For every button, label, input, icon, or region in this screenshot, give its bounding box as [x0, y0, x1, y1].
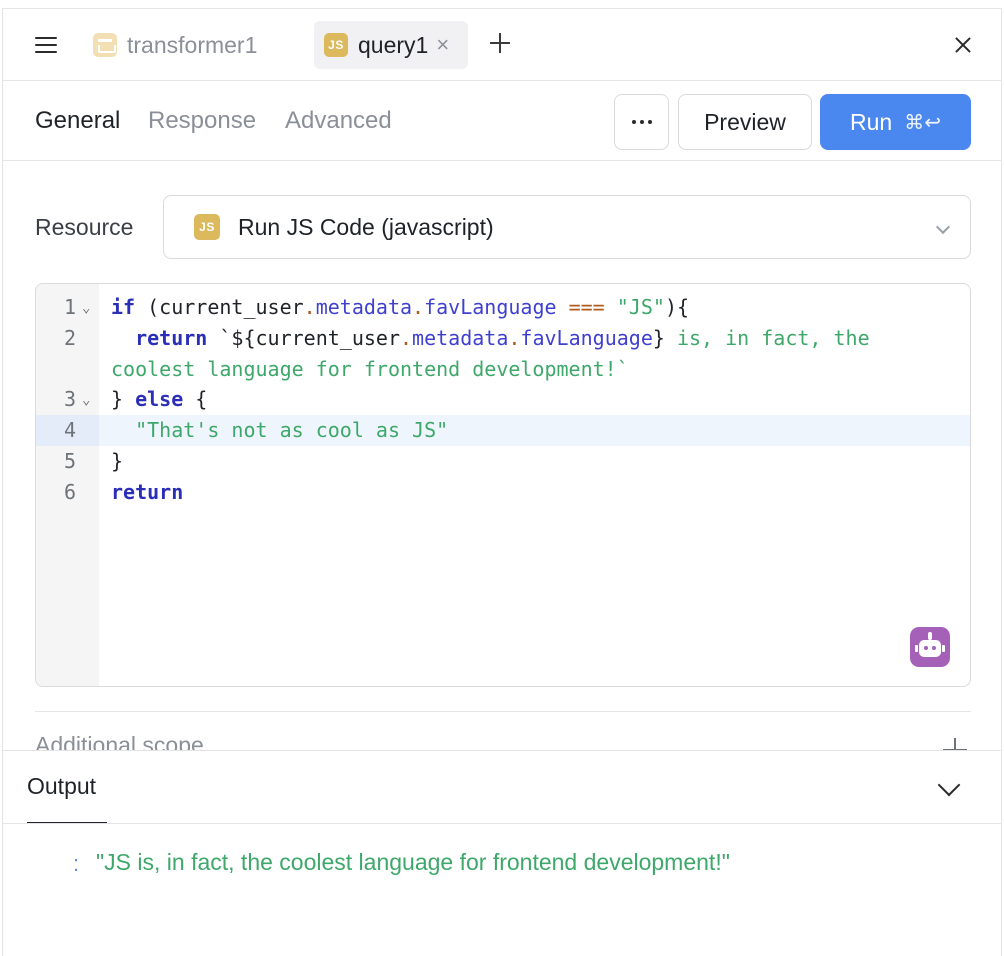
js-icon: JS — [324, 33, 348, 57]
chevron-down-icon — [935, 219, 951, 235]
tab-advanced[interactable]: Advanced — [285, 107, 392, 135]
ai-assistant-icon[interactable] — [910, 627, 950, 667]
menu-icon[interactable] — [33, 34, 59, 56]
close-tab-icon[interactable]: × — [436, 34, 449, 56]
transformer-icon — [93, 33, 117, 57]
additional-scope-label: Additional scope — [35, 732, 204, 750]
resource-select[interactable]: JS Run JS Code (javascript) — [163, 195, 971, 259]
line-number: 5 — [63, 449, 76, 473]
tab-label: query1 — [358, 31, 429, 58]
code-line: return `${current_user.metadata.favLangu… — [135, 326, 870, 350]
query-toolbar: General Response Advanced Preview Run ⌘↩ — [3, 81, 1001, 161]
line-number: 4 — [63, 418, 76, 442]
preview-button[interactable]: Preview — [678, 94, 812, 150]
divider — [3, 823, 1001, 824]
code-line: "That's not as cool as JS" — [111, 418, 449, 442]
code-line: } — [111, 449, 124, 473]
fold-chevron-icon[interactable]: ⌄ — [82, 300, 90, 316]
close-icon[interactable] — [951, 33, 975, 57]
keyboard-shortcut-icon: ⌘↩ — [904, 110, 941, 134]
more-options-button[interactable] — [614, 94, 669, 150]
tab-label: transformer1 — [127, 31, 258, 58]
tab-output[interactable]: Output — [27, 773, 96, 800]
output-value: "JS is, in fact, the coolest language fo… — [96, 849, 730, 875]
more-icon — [631, 120, 652, 124]
js-icon: JS — [194, 214, 220, 240]
additional-scope-section: Additional scope — [3, 712, 1001, 750]
code-line: } else { — [111, 387, 208, 411]
query-editor-panel: transformer1 JS query1 × General Respons… — [2, 8, 1002, 956]
line-number: 6 — [63, 480, 76, 504]
tab-transformer1[interactable]: transformer1 — [83, 21, 267, 69]
tab-query1[interactable]: JS query1 × — [314, 21, 468, 69]
tab-general[interactable]: General — [35, 107, 120, 135]
add-tab-icon[interactable] — [488, 30, 514, 56]
output-panel: Output : "JS is, in fact, the coolest la… — [3, 750, 1001, 956]
code-line: return — [111, 480, 184, 504]
resource-value: Run JS Code (javascript) — [238, 213, 494, 240]
code-editor[interactable]: 1 ⌄ 2 3 ⌄ 4 5 6 if (current_user.metadat… — [35, 283, 971, 687]
run-button[interactable]: Run ⌘↩ — [820, 94, 971, 150]
code-line: coolest language for frontend developmen… — [111, 357, 629, 381]
line-number: 3 — [63, 387, 76, 411]
line-number: 1 — [63, 295, 76, 319]
tab-response[interactable]: Response — [148, 107, 256, 135]
line-number: 2 — [63, 326, 76, 350]
tab-bar: transformer1 JS query1 × — [3, 9, 1001, 81]
chevron-down-icon[interactable] — [937, 773, 961, 797]
run-label: Run — [850, 108, 893, 135]
add-scope-icon[interactable] — [943, 738, 967, 750]
fold-chevron-icon[interactable]: ⌄ — [82, 392, 90, 408]
resource-label: Resource — [35, 214, 134, 240]
preview-label: Preview — [704, 108, 786, 135]
code-line: if (current_user.metadata.favLanguage ==… — [111, 295, 690, 319]
output-key-separator: : — [73, 851, 80, 876]
